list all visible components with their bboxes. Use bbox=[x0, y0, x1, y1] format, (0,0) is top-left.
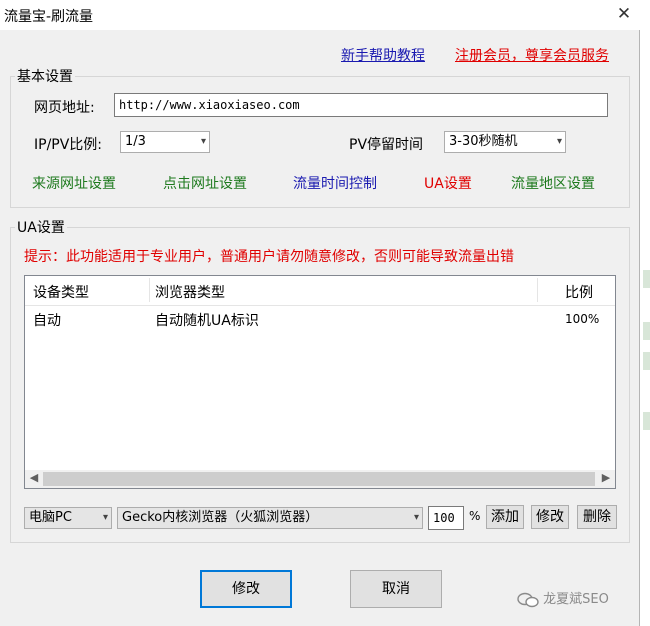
ua-warning-text: 提示：此功能适用于专业用户，普通用户请勿随意修改，否则可能导致流量出错 bbox=[24, 249, 514, 265]
ua-settings-legend: UA设置 bbox=[17, 220, 65, 236]
background-strip bbox=[641, 0, 650, 626]
title-bar: 流量宝-刷流量 ✕ bbox=[0, 0, 640, 30]
tab-traffic-region[interactable]: 流量地区设置 bbox=[511, 173, 595, 193]
cell-browser: 自动随机UA标识 bbox=[155, 313, 259, 329]
ratio-select-value: 1/3 bbox=[125, 134, 146, 149]
column-header-device[interactable]: 设备类型 bbox=[33, 282, 89, 302]
add-button[interactable]: 添加 bbox=[486, 505, 524, 529]
tab-traffic-time[interactable]: 流量时间控制 bbox=[293, 173, 377, 193]
tab-ua-settings[interactable]: UA设置 bbox=[424, 173, 472, 193]
stay-time-label: PV停留时间 bbox=[349, 137, 424, 153]
edit-ua-button[interactable]: 修改 bbox=[531, 505, 569, 529]
cell-device: 自动 bbox=[33, 313, 61, 329]
background-mark bbox=[643, 412, 650, 430]
scroll-right-icon[interactable]: ▶ bbox=[597, 471, 615, 484]
stay-time-select[interactable]: 3-30秒随机 ▾ bbox=[444, 131, 566, 153]
chevron-down-icon: ▾ bbox=[413, 512, 419, 523]
background-mark bbox=[643, 270, 650, 288]
ua-list-header: 设备类型 浏览器类型 比例 bbox=[25, 276, 615, 306]
device-type-select-value: 电脑PC bbox=[29, 510, 72, 525]
background-mark bbox=[643, 322, 650, 340]
help-tutorial-link[interactable]: 新手帮助教程 bbox=[341, 45, 425, 65]
column-divider[interactable] bbox=[537, 278, 538, 302]
percent-sign: % bbox=[469, 509, 481, 523]
column-header-ratio[interactable]: 比例 bbox=[565, 282, 593, 302]
chevron-down-icon: ▾ bbox=[556, 136, 562, 147]
main-window: 流量宝-刷流量 ✕ 新手帮助教程 注册会员，尊享会员服务 基本设置 网页地址: … bbox=[0, 0, 640, 626]
basic-settings-legend: 基本设置 bbox=[17, 69, 73, 85]
column-divider[interactable] bbox=[149, 278, 150, 302]
delete-button[interactable]: 删除 bbox=[577, 505, 617, 529]
watermark-text: 龙夏斌SEO bbox=[543, 592, 609, 607]
cell-ratio: 100% bbox=[565, 312, 600, 326]
stay-time-select-value: 3-30秒随机 bbox=[449, 134, 518, 149]
window-title: 流量宝-刷流量 bbox=[4, 9, 94, 25]
percent-input[interactable] bbox=[428, 506, 464, 530]
url-input[interactable] bbox=[114, 93, 608, 117]
tab-source-url[interactable]: 来源网址设置 bbox=[32, 173, 116, 193]
chevron-down-icon: ▾ bbox=[200, 136, 206, 147]
table-row[interactable]: 自动 自动随机UA标识 100% bbox=[25, 308, 615, 330]
chevron-down-icon: ▾ bbox=[102, 512, 108, 523]
cancel-button[interactable]: 取消 bbox=[350, 570, 442, 608]
ratio-select[interactable]: 1/3 ▾ bbox=[120, 131, 210, 153]
device-type-select[interactable]: 电脑PC ▾ bbox=[24, 507, 112, 529]
background-mark bbox=[643, 352, 650, 370]
column-header-browser[interactable]: 浏览器类型 bbox=[155, 282, 225, 302]
horizontal-scrollbar[interactable]: ◀ ▶ bbox=[25, 470, 615, 488]
ratio-label: IP/PV比例: bbox=[34, 137, 103, 153]
browser-type-select-value: Gecko内核浏览器（火狐浏览器） bbox=[122, 510, 319, 525]
scroll-left-icon[interactable]: ◀ bbox=[25, 471, 43, 484]
register-member-link[interactable]: 注册会员，尊享会员服务 bbox=[455, 45, 609, 65]
url-label: 网页地址: bbox=[34, 100, 95, 116]
confirm-modify-button[interactable]: 修改 bbox=[200, 570, 292, 608]
close-icon[interactable]: ✕ bbox=[612, 4, 636, 24]
ua-list[interactable]: 设备类型 浏览器类型 比例 自动 自动随机UA标识 100% ◀ ▶ bbox=[24, 275, 616, 489]
tab-click-url[interactable]: 点击网址设置 bbox=[163, 173, 247, 193]
scrollbar-thumb[interactable] bbox=[43, 472, 595, 486]
watermark: 龙夏斌SEO bbox=[517, 588, 609, 608]
wechat-logo-icon bbox=[517, 592, 539, 607]
browser-type-select[interactable]: Gecko内核浏览器（火狐浏览器） ▾ bbox=[117, 507, 423, 529]
